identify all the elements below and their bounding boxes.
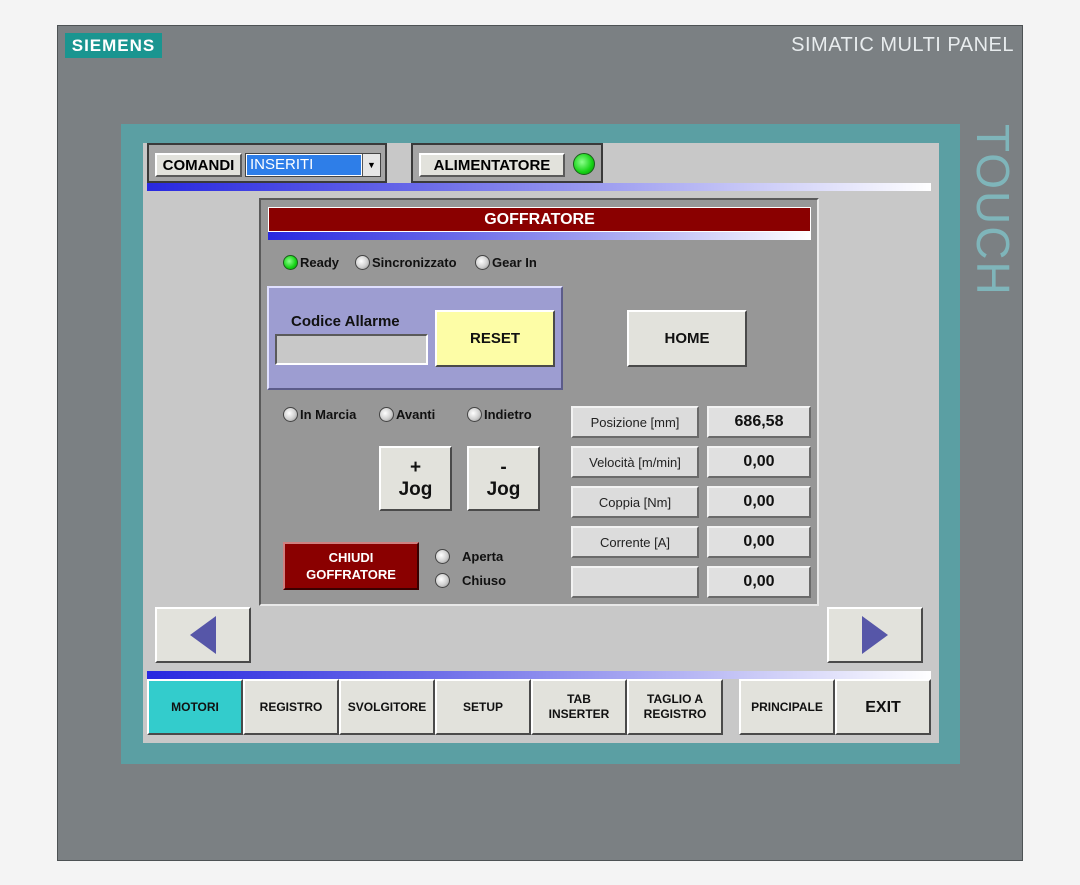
touch-label: TOUCH xyxy=(967,124,1019,297)
alimentatore-lamp-icon xyxy=(573,153,595,175)
tab-principale[interactable]: PRINCIPALE xyxy=(739,679,835,735)
status-ready-label: Ready xyxy=(300,255,340,270)
top-separator xyxy=(147,183,931,191)
jog-minus-button[interactable]: - Jog xyxy=(467,446,540,511)
value-velocita: 0,00 xyxy=(707,446,811,478)
tab-registro[interactable]: REGISTRO xyxy=(243,679,339,735)
status-gear-in-label: Gear In xyxy=(492,255,537,270)
arrow-right-icon xyxy=(862,616,888,654)
indietro-lamp-icon xyxy=(467,407,482,422)
tab-setup[interactable]: SETUP xyxy=(435,679,531,735)
status-ready: Ready xyxy=(283,255,339,270)
tab-svolgitore[interactable]: SVOLGITORE xyxy=(339,679,435,735)
next-page-button[interactable] xyxy=(827,607,923,663)
chiuso-lamp-icon xyxy=(435,573,450,588)
tab-svolgitore-label: SVOLGITORE xyxy=(347,699,427,714)
status-aperta: Aperta xyxy=(435,549,503,564)
status-indietro: Indietro xyxy=(467,407,532,422)
value-corrente: 0,00 xyxy=(707,526,811,558)
comandi-dropdown-value: INSERITI xyxy=(247,155,361,175)
gear-in-lamp-icon xyxy=(475,255,490,270)
status-sincronizzato-label: Sincronizzato xyxy=(372,255,457,270)
status-aperta-label: Aperta xyxy=(462,549,504,564)
tab-motori-label: MOTORI xyxy=(171,699,219,714)
tab-taglio-line2: REGISTRO xyxy=(643,707,707,721)
alarm-code-field xyxy=(275,334,428,365)
jog-plus-button[interactable]: + Jog xyxy=(379,446,452,511)
goffratore-panel: GOFFRATORE Ready Sincronizzato Gear In C… xyxy=(259,198,819,606)
avanti-lamp-icon xyxy=(379,407,394,422)
bottom-separator xyxy=(147,671,931,679)
value-label-extra xyxy=(571,566,699,598)
comandi-dropdown[interactable]: INSERITI ▼ xyxy=(245,153,381,177)
value-label-velocita: Velocità [m/min] xyxy=(571,446,699,478)
home-button[interactable]: HOME xyxy=(627,310,747,367)
reset-button[interactable]: RESET xyxy=(435,310,555,367)
tab-principale-label: PRINCIPALE xyxy=(751,699,823,714)
value-posizione: 686,58 xyxy=(707,406,811,438)
ready-lamp-icon xyxy=(283,255,298,270)
status-gear-in: Gear In xyxy=(475,255,537,270)
value-label-posizione: Posizione [mm] xyxy=(571,406,699,438)
tab-tab-inserter-line1: TAB xyxy=(567,692,591,706)
jog-minus-sign: - xyxy=(500,456,507,478)
exit-button[interactable]: EXIT xyxy=(835,679,931,735)
tab-motori[interactable]: MOTORI xyxy=(147,679,243,735)
in-marcia-lamp-icon xyxy=(283,407,298,422)
arrow-left-icon xyxy=(190,616,216,654)
status-avanti-label: Avanti xyxy=(396,407,436,422)
prev-page-button[interactable] xyxy=(155,607,251,663)
alimentatore-label: ALIMENTATORE xyxy=(419,153,565,177)
value-label-corrente: Corrente [A] xyxy=(571,526,699,558)
tab-tab-inserter-line2: INSERTER xyxy=(548,707,610,721)
tab-setup-label: SETUP xyxy=(462,699,503,714)
tab-taglio-a-registro[interactable]: TAGLIO A REGISTRO xyxy=(627,679,723,735)
alarm-box: Codice Allarme RESET xyxy=(267,286,563,390)
exit-label: EXIT xyxy=(865,698,901,716)
sincronizzato-lamp-icon xyxy=(355,255,370,270)
tab-tab-inserter[interactable]: TAB INSERTER xyxy=(531,679,627,735)
status-chiuso-label: Chiuso xyxy=(462,573,507,588)
siemens-logo: SIEMENS xyxy=(65,33,162,58)
panel-title-separator xyxy=(268,232,811,240)
chiudi-goffratore-button[interactable]: CHIUDI GOFFRATORE xyxy=(283,542,419,590)
comandi-group: COMANDI INSERITI ▼ xyxy=(147,143,387,183)
alarm-code-label: Codice Allarme xyxy=(291,313,400,330)
status-indietro-label: Indietro xyxy=(484,407,532,422)
chiudi-line1: CHIUDI xyxy=(328,550,374,565)
status-chiuso: Chiuso xyxy=(435,573,506,588)
alimentatore-group: ALIMENTATORE xyxy=(411,143,603,183)
status-in-marcia: In Marcia xyxy=(283,407,356,422)
hmi-screen: COMANDI INSERITI ▼ ALIMENTATORE GOFFRATO… xyxy=(143,143,939,743)
chiudi-line2: GOFFRATORE xyxy=(306,567,396,582)
chevron-down-icon[interactable]: ▼ xyxy=(362,154,380,176)
jog-plus-label: Jog xyxy=(398,478,433,500)
jog-minus-label: Jog xyxy=(486,478,521,500)
comandi-label: COMANDI xyxy=(155,153,242,177)
status-avanti: Avanti xyxy=(379,407,435,422)
panel-title: GOFFRATORE xyxy=(268,207,811,232)
aperta-lamp-icon xyxy=(435,549,450,564)
brand-label: SIMATIC MULTI PANEL xyxy=(791,34,1014,56)
value-label-coppia: Coppia [Nm] xyxy=(571,486,699,518)
value-extra: 0,00 xyxy=(707,566,811,598)
status-in-marcia-label: In Marcia xyxy=(300,407,357,422)
jog-plus-sign: + xyxy=(409,456,422,478)
tab-taglio-line1: TAGLIO A xyxy=(647,692,703,706)
tab-registro-label: REGISTRO xyxy=(259,699,323,714)
value-coppia: 0,00 xyxy=(707,486,811,518)
status-sincronizzato: Sincronizzato xyxy=(355,255,457,270)
